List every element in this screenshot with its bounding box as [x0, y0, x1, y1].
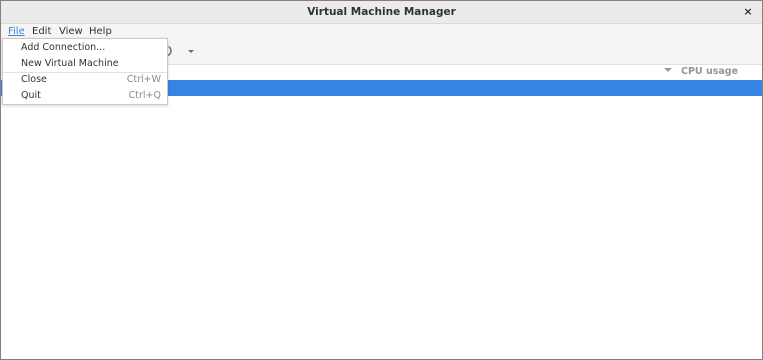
close-icon[interactable]: × — [740, 4, 756, 20]
menu-item-new-vm[interactable]: New Virtual Machine — [3, 56, 167, 71]
window-title: Virtual Machine Manager — [307, 6, 456, 18]
menu-item-label: Add Connection... — [21, 42, 106, 53]
file-menu-dropdown: Add Connection... New Virtual Machine Cl… — [2, 38, 168, 105]
menu-item-label: New Virtual Machine — [21, 58, 119, 69]
menu-item-shortcut: Ctrl+W — [126, 74, 161, 85]
sort-descending-icon[interactable] — [664, 68, 672, 72]
menu-edit[interactable]: Edit — [30, 24, 53, 39]
menu-item-close[interactable]: Close Ctrl+W — [3, 72, 167, 87]
menu-help[interactable]: Help — [87, 24, 114, 39]
menu-view[interactable]: View — [57, 24, 85, 39]
app-window: Virtual Machine Manager × File Edit View… — [0, 0, 763, 360]
vm-list[interactable] — [1, 80, 762, 359]
menu-item-add-connection[interactable]: Add Connection... — [3, 40, 167, 55]
menu-file[interactable]: File — [6, 24, 27, 39]
title-bar[interactable]: Virtual Machine Manager × — [1, 1, 762, 24]
menu-bar: File Edit View Help — [1, 24, 762, 39]
menu-item-shortcut: Ctrl+Q — [128, 90, 161, 101]
menu-item-label: Close — [21, 74, 47, 85]
column-cpu-usage[interactable]: CPU usage — [681, 65, 738, 79]
menu-item-label: Quit — [21, 90, 41, 101]
chevron-down-icon[interactable] — [183, 43, 199, 59]
menu-item-quit[interactable]: Quit Ctrl+Q — [3, 88, 167, 103]
